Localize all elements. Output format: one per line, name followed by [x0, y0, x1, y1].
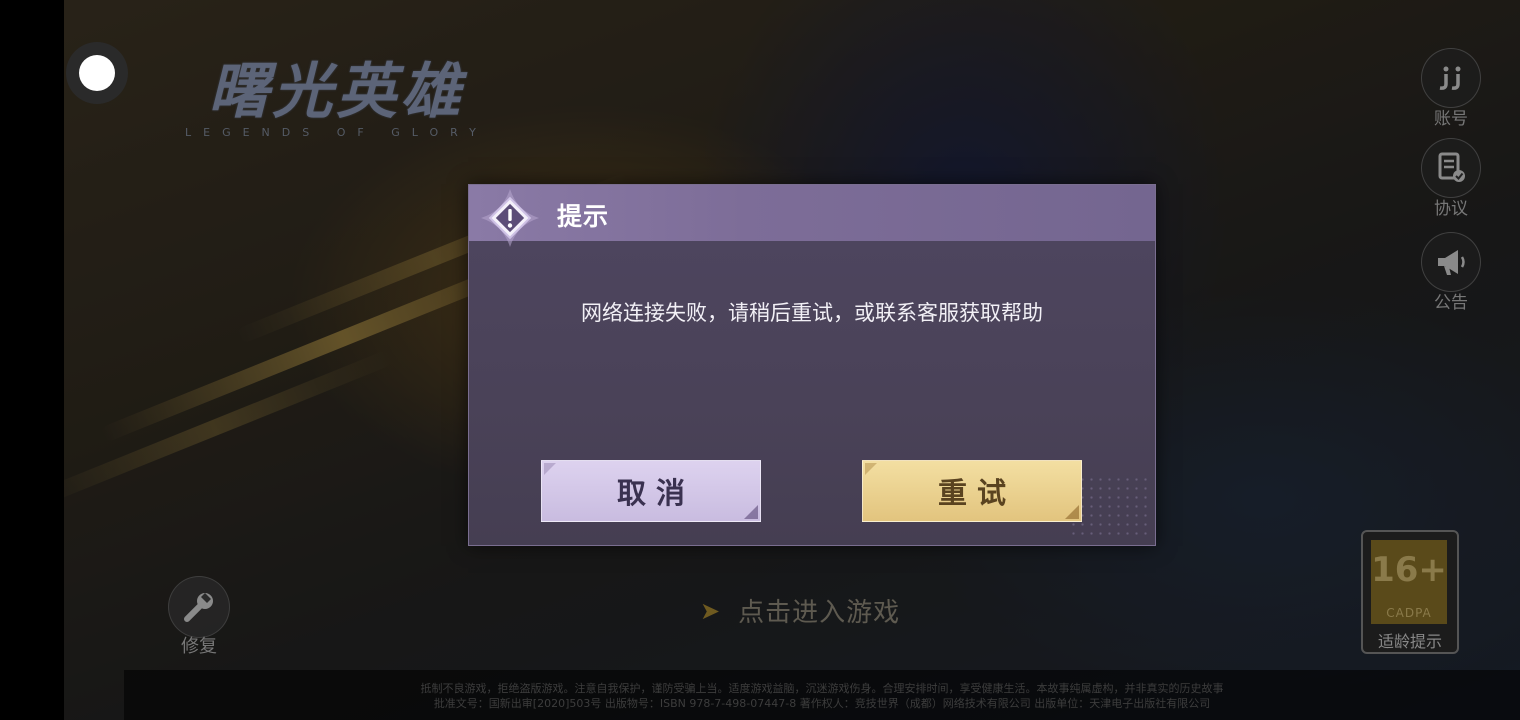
repair-label: 修复 [181, 636, 217, 657]
game-logo: 曙光英雄 LEGENDS OF GLORY [185, 60, 488, 139]
account-button[interactable]: 账号 [1421, 48, 1481, 129]
announcement-label: 公告 [1434, 293, 1468, 313]
enter-game-button[interactable]: ➤ 点击进入游戏 [700, 592, 900, 629]
retry-label: 重试 [937, 476, 1016, 510]
repair-button[interactable]: 修复 [166, 576, 232, 658]
dialog-message: 网络连接失败，请稍后重试，或联系客服获取帮助 [581, 301, 1043, 325]
agreement-icon [1421, 138, 1481, 198]
wrench-icon [168, 576, 230, 638]
dialog-title: 提示 [557, 202, 610, 231]
alert-dialog: 提示 网络连接失败，请稍后重试，或联系客服获取帮助 取消 重试 [468, 184, 1156, 546]
account-icon [1421, 48, 1481, 108]
left-black-bar [0, 0, 64, 720]
footer-notice: 抵制不良游戏，拒绝盗版游戏。注意自我保护，谨防受骗上当。适度游戏益脑，沉迷游戏伤… [124, 670, 1520, 720]
retry-button[interactable]: 重试 [862, 460, 1082, 522]
announcement-button[interactable]: 公告 [1421, 232, 1481, 313]
age-rating-number: 16+ [1371, 550, 1447, 590]
double-arrow-icon: ➤ [700, 596, 721, 625]
age-rating-label: 适龄提示 [1377, 632, 1442, 651]
logo-subtitle: LEGENDS OF GLORY [185, 126, 488, 139]
floating-assist-button[interactable] [66, 42, 128, 104]
footer-line-1: 抵制不良游戏，拒绝盗版游戏。注意自我保护，谨防受骗上当。适度游戏益脑，沉迷游戏伤… [420, 682, 1224, 695]
logo-title: 曙光英雄 [208, 57, 465, 127]
age-rating-badge[interactable]: 16+ CADPA 适龄提示 [1361, 530, 1459, 654]
footer-line-2: 批准文号：国新出审[2020]503号 出版物号：ISBN 978-7-498-… [433, 697, 1211, 710]
age-rating-org: CADPA [1386, 606, 1432, 620]
white-dot-icon [79, 55, 115, 91]
announcement-icon [1421, 232, 1481, 292]
agreement-label: 协议 [1434, 199, 1468, 219]
cancel-label: 取消 [616, 476, 695, 510]
agreement-button[interactable]: 协议 [1421, 138, 1481, 219]
account-label: 账号 [1434, 109, 1468, 129]
enter-game-label: 点击进入游戏 [738, 598, 901, 628]
cancel-button[interactable]: 取消 [541, 460, 761, 522]
warning-icon [481, 189, 539, 247]
